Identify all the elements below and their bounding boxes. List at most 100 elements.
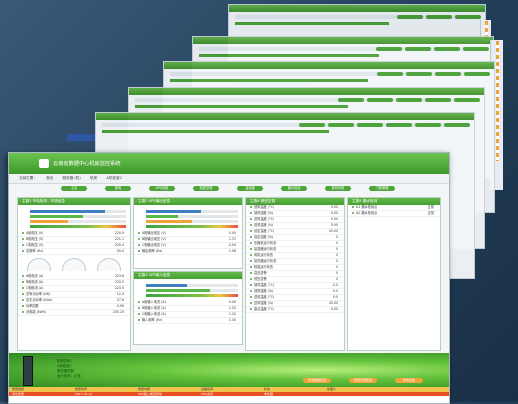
status-dot-icon — [22, 232, 24, 234]
item-label: 加湿器运行状态 — [254, 247, 277, 251]
breadcrumb-item[interactable]: 机房 — [90, 176, 97, 180]
panel-air-conditioner: 主路4 精密空调 回风温度 (°C) 0.00 回风湿度 (%) 0.00 送风温度 (… — [245, 197, 345, 351]
item-label: 设定湿度 (%) — [254, 235, 274, 239]
item-value: 1.37 — [228, 237, 236, 241]
status-dot-icon — [138, 250, 140, 252]
item-label: 总电能 (kWh) — [26, 310, 47, 314]
gauge-group — [18, 255, 130, 274]
item-label: 送风温度 (°C) — [254, 217, 275, 221]
nav-button[interactable]: 漏水检测 — [281, 186, 307, 191]
item-label: C相电压 (V) — [26, 243, 44, 247]
item-label: 功率因数 — [26, 304, 39, 308]
color-scale — [146, 294, 238, 297]
nav-button[interactable]: 精密空调 — [193, 186, 219, 191]
level-bar — [146, 210, 238, 213]
color-scale — [146, 225, 238, 228]
nav-button[interactable]: UPS系统 — [149, 186, 175, 191]
status-dot-icon — [138, 319, 140, 321]
item-label: 高压告警 — [254, 271, 267, 275]
status-banner: 机房名称： A机柜室2 服务器总数： 运行状态：正常 历史数据查询 告警记录查询… — [9, 353, 449, 387]
breadcrumb-item: 当前位置： — [19, 176, 37, 180]
history-query-button[interactable]: 历史数据查询 — [303, 378, 331, 383]
item-label: A相电流 (A) — [26, 274, 44, 278]
breadcrumb-item[interactable]: 服务器 (机) — [62, 176, 80, 180]
item-label: 总无功功率 (kVar) — [26, 298, 53, 302]
status-dot-icon — [138, 313, 140, 315]
item-label: A相电压 (V) — [26, 231, 44, 235]
status-dot-icon — [250, 224, 252, 226]
alarm-query-button[interactable]: 告警记录查询 — [349, 378, 377, 383]
item-label: 送风湿度 (%) — [254, 301, 274, 305]
item-value: 50.0 — [116, 249, 124, 253]
list-item: 露点温度 (°C) 0.00 — [246, 307, 344, 313]
list-item: 输出频率 (Hz) 1.96 — [134, 249, 242, 255]
status-dot-icon — [22, 275, 24, 277]
item-label: 回风湿度 (%) — [254, 211, 274, 215]
nav-button[interactable]: 主页 — [61, 186, 87, 191]
bar-group — [134, 205, 242, 228]
item-value: 0 — [335, 253, 338, 257]
item-value: 0 — [335, 247, 338, 251]
item-label: B相输入电流 (A) — [142, 306, 166, 310]
item-value: 0.0 — [332, 289, 338, 293]
panel-mains: 主路1 市电检测 - 环境信息 A相电压 (V) 220.9 B相电压 (V) 221… — [17, 197, 131, 351]
item-value: 0.00 — [330, 205, 338, 209]
item-label: B相电流 (A) — [26, 280, 44, 284]
item-label: 回风温度 (°C) — [254, 283, 275, 287]
status-dot-icon — [250, 272, 252, 274]
item-label: 送风湿度 (%) — [254, 223, 274, 227]
gauge — [96, 258, 121, 271]
item-value: 223.6 — [114, 274, 124, 278]
logo-icon — [39, 159, 49, 168]
table-cell: 未处理 — [264, 392, 274, 396]
item-value: 205.25 — [112, 310, 124, 314]
item-label: 露点温度 (°C) — [254, 307, 275, 311]
nav-button[interactable]: 门禁管理 — [369, 186, 395, 191]
table-row[interactable]: 紧急告警 2017-01-12 UPS输入电压异常 UPS主机 未处理 — [9, 392, 449, 396]
status-dot-icon — [250, 206, 252, 208]
status-dot-icon — [138, 307, 140, 309]
gauge — [27, 258, 52, 271]
breadcrumb-item[interactable]: A机柜室2 — [106, 176, 122, 180]
toolbar: 主页 配电 UPS系统 精密空调 温湿度 漏水检测 新风系统 门禁管理 — [9, 184, 449, 195]
item-value: 0.00 — [228, 300, 236, 304]
item-label: 输入频率 (Hz) — [142, 318, 163, 322]
item-value: 0.00 — [330, 217, 338, 221]
item-label: 压缩机运行状态 — [254, 241, 277, 245]
item-value: 1.20 — [228, 312, 236, 316]
item-label: 输出频率 (Hz) — [142, 249, 163, 253]
server-rack-icon — [23, 356, 33, 386]
status-dot-icon — [22, 238, 24, 240]
item-label: 除湿运行状态 — [254, 265, 274, 269]
breadcrumb-item[interactable]: 首页 — [46, 176, 53, 180]
settings-button[interactable]: 系统设置 — [395, 378, 423, 383]
status-dot-icon — [22, 281, 24, 283]
nav-button[interactable]: 温湿度 — [237, 186, 263, 191]
item-value: 0 — [335, 235, 338, 239]
banner-line: 运行状态：正常 — [57, 374, 81, 378]
level-bar — [146, 289, 238, 292]
item-label: C相输入电流 (A) — [142, 312, 166, 316]
list-item: 输入频率 (Hz) 1.30 — [134, 318, 242, 324]
item-value: 45.00 — [328, 301, 338, 305]
item-label: C相输出电压 (V) — [142, 243, 166, 247]
item-value: 0 — [335, 277, 338, 281]
item-value: 0.00 — [330, 223, 338, 227]
status-dot-icon — [250, 290, 252, 292]
item-label: 加热器运行状态 — [254, 259, 277, 263]
item-label: 设定温度 (°C) — [254, 229, 275, 233]
nav-button[interactable]: 配电 — [105, 186, 131, 191]
status-dot-icon — [352, 212, 354, 214]
list-item: 总频率 (Hz) 50.0 — [18, 249, 130, 255]
status-dot-icon — [250, 212, 252, 214]
item-value: 1.96 — [228, 249, 236, 253]
item-value: 27.8 — [116, 298, 124, 302]
panel-title: 主路1 市电检测 - 环境信息 — [18, 198, 130, 205]
status-dot-icon — [250, 254, 252, 256]
color-scale — [30, 225, 126, 228]
table-cell: 2017-01-12 — [75, 392, 93, 396]
taskbar-fragment — [67, 134, 97, 141]
nav-button[interactable]: 新风系统 — [325, 186, 351, 191]
status-dot-icon — [250, 278, 252, 280]
gauge — [61, 258, 86, 271]
